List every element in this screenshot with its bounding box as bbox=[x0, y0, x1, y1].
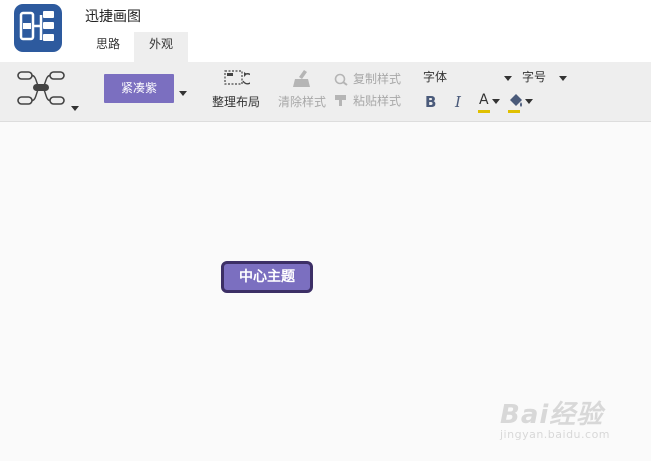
mindmap-app-icon bbox=[14, 4, 62, 52]
structure-dropdown-caret-icon[interactable] bbox=[71, 106, 79, 111]
appearance-toolbar: 紧凑紫 整理布局 清除样式 复制样式 粘贴样式 字体 字号 B I A bbox=[0, 62, 651, 122]
italic-button[interactable]: I bbox=[455, 93, 461, 111]
font-size-caret-icon[interactable] bbox=[559, 76, 567, 81]
app-header: 迅捷画图 思路 外观 bbox=[0, 0, 651, 62]
layout-icon[interactable] bbox=[224, 69, 254, 89]
tab-siliu[interactable]: 思路 bbox=[90, 32, 126, 62]
theme-button[interactable]: 紧凑紫 bbox=[104, 74, 174, 103]
theme-dropdown-caret-icon[interactable] bbox=[179, 91, 187, 96]
font-color-button[interactable]: A bbox=[479, 92, 489, 108]
paste-style-label[interactable]: 粘贴样式 bbox=[353, 92, 401, 109]
watermark-url: jingyan.baidu.com bbox=[500, 428, 611, 441]
fill-color-underline bbox=[508, 110, 520, 113]
layout-button-label[interactable]: 整理布局 bbox=[212, 93, 260, 110]
mindmap-structure-icon[interactable] bbox=[14, 69, 70, 105]
bold-button[interactable]: B bbox=[425, 93, 436, 111]
central-topic-node[interactable]: 中心主题 bbox=[221, 261, 313, 293]
fill-color-caret-icon[interactable] bbox=[525, 99, 533, 104]
clear-style-label[interactable]: 清除样式 bbox=[278, 93, 326, 110]
app-title: 迅捷画图 bbox=[85, 9, 141, 25]
copy-style-icon[interactable] bbox=[334, 71, 348, 86]
font-family-select[interactable]: 字体 bbox=[423, 68, 447, 85]
tab-waiguan[interactable]: 外观 bbox=[134, 32, 188, 62]
font-color-caret-icon[interactable] bbox=[492, 99, 500, 104]
font-family-caret-icon[interactable] bbox=[504, 76, 512, 81]
copy-style-label[interactable]: 复制样式 bbox=[353, 70, 401, 87]
fill-color-icon[interactable] bbox=[508, 92, 524, 108]
paste-style-icon[interactable] bbox=[334, 92, 348, 106]
watermark: Bai经验 jingyan.baidu.com bbox=[500, 394, 630, 449]
clear-style-icon[interactable] bbox=[292, 69, 314, 89]
font-color-underline bbox=[478, 110, 490, 113]
watermark-logo-text: Bai经验 bbox=[500, 400, 604, 430]
font-size-select[interactable]: 字号 bbox=[522, 68, 546, 85]
